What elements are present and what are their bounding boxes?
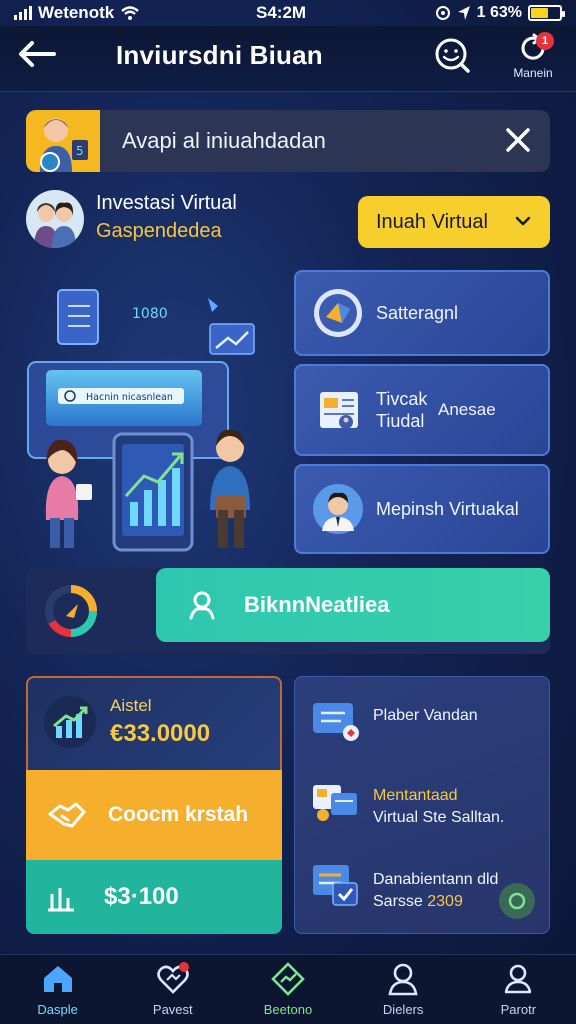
location-icon [457, 6, 470, 20]
nav-label: Parotr [500, 1002, 537, 1017]
nav-item-home[interactable]: Dasple [8, 962, 108, 1017]
feature-card-label: Mepinsh Virtuakal [376, 498, 519, 519]
alert-banner: 5 Avapi al iniuahdadan [26, 110, 550, 172]
menu-button[interactable]: 1 Manein [506, 32, 560, 88]
account-type-dropdown[interactable]: Inuah Virtual [358, 196, 550, 248]
feature-card-text: Tivcak Tiudal [376, 388, 427, 433]
nav-label: Dielers [382, 1002, 424, 1017]
list-item-title: Danabientann dld [373, 871, 499, 888]
svg-text:5: 5 [76, 144, 84, 158]
battery-percent: 1 63% [476, 4, 522, 21]
nav-label: Dasple [37, 1002, 78, 1017]
status-right: 1 63% [435, 4, 565, 22]
profile-name: Investasi Virtual [96, 192, 237, 214]
action-card[interactable]: Coocm krstah [26, 770, 282, 860]
list-item-number: 2309 [427, 893, 463, 910]
nav-item-dealers[interactable]: Dielers [353, 962, 453, 1017]
total-value: €33.0000 [110, 720, 211, 747]
action-label: Coocm krstah [108, 803, 249, 826]
gauge-icon [42, 582, 100, 640]
status-bar: Wetenotk S4:2M 1 63% [0, 0, 576, 26]
list-item-title: Mentantaad [373, 787, 458, 804]
list-item[interactable]: Plaber Vandan [311, 693, 541, 753]
feature-card-right-label: Anesae [438, 400, 496, 419]
advisor-illustration-icon: 5 [40, 118, 88, 172]
nav-item-portfolio[interactable]: Beetono [238, 962, 338, 1017]
status-time: S4:2M [256, 3, 307, 22]
handshake-icon [48, 802, 86, 828]
floating-number: 1080 [132, 306, 168, 322]
list-item-subtitle: Sarsse 2309 [373, 893, 463, 911]
app-screen: Wetenotk S4:2M 1 63% Inviursdni Biuan 1 … [0, 0, 576, 1024]
bottom-navigation: Dasple Pavest Beetono Dielers Parotr [0, 954, 576, 1024]
cta-label: BiknnNeatliea [244, 592, 390, 617]
feature-card-label: Satteragnl [376, 302, 459, 323]
bar-chart-icon [48, 888, 74, 912]
leaf-badge-icon[interactable] [499, 883, 535, 919]
chat-document-icon [311, 699, 361, 745]
checklist-icon [311, 863, 361, 909]
chevron-down-icon [515, 216, 531, 226]
home-icon [43, 966, 72, 992]
info-panel: Plaber Vandan Mentantaad Virtual Ste Sal… [294, 676, 550, 934]
profile-icon [505, 964, 532, 994]
alert-text: Avapi al iniuahdadan [122, 128, 326, 153]
screen-text: Hacnin nicasnlean [86, 392, 173, 403]
signal-icon [14, 6, 32, 20]
balance-card[interactable]: $3·100 [26, 860, 282, 934]
alarm-icon [435, 6, 450, 20]
user-icon [388, 963, 418, 996]
smile-search-icon [435, 38, 470, 73]
profile-subtitle: Gaspendedea [96, 220, 222, 242]
carrier-name: Wetenotk [38, 3, 115, 22]
stats-panel: Aistel €33.0000 Coocm krstah $3·100 [26, 676, 282, 934]
feature-card-line1: Tivcak [376, 388, 428, 409]
notification-badge: 1 [536, 32, 554, 50]
dropdown-value: Inuah Virtual [376, 210, 488, 233]
couple-avatar-icon [34, 202, 76, 248]
feature-card-security[interactable]: Satteragnl [294, 270, 550, 356]
hero-illustration: 1080 Hacnin nicasnlean [22, 270, 284, 560]
shield-badge-icon [312, 287, 364, 339]
total-label: Aistel [110, 696, 152, 715]
nav-label: Pavest [152, 1002, 193, 1017]
close-icon [506, 128, 530, 152]
wallet-cards-icon [311, 779, 361, 825]
user-icon [189, 591, 215, 620]
portfolio-diamond-icon [271, 962, 305, 996]
growth-chart-icon [44, 696, 96, 748]
feature-card-line2: Tiudal [376, 411, 425, 431]
wifi-icon [121, 6, 139, 20]
profile-avatar[interactable] [26, 190, 84, 248]
nav-notification-dot [178, 962, 189, 972]
advisor-icon [312, 483, 364, 535]
total-card[interactable]: Aistel €33.0000 [26, 676, 282, 770]
arrow-left-icon [19, 41, 56, 67]
list-item-title: Plaber Vandan [373, 707, 478, 724]
nav-item-profile[interactable]: Parotr [468, 962, 568, 1017]
alert-close-button[interactable] [502, 124, 534, 156]
nav-item-invest[interactable]: Pavest [123, 962, 223, 1017]
list-item[interactable]: Mentantaad Virtual Ste Salltan. [311, 773, 541, 833]
support-button[interactable] [432, 36, 472, 76]
app-header: Inviursdni Biuan 1 Manein [0, 26, 576, 92]
documents-icon [312, 384, 364, 436]
menu-label: Manein [513, 66, 553, 80]
list-item-subtitle-prefix: Sarsse [373, 893, 428, 910]
advisor-avatar: 5 [26, 110, 100, 172]
start-investing-button[interactable]: BiknnNeatliea [156, 568, 550, 642]
feature-card-tools[interactable]: Tivcak Tiudal Anesae [294, 364, 550, 456]
investment-scene-icon: 1080 Hacnin nicasnlean [27, 289, 255, 552]
status-left: Wetenotk [14, 3, 140, 23]
battery-icon [528, 5, 565, 21]
nav-label: Beetono [263, 1002, 313, 1017]
feature-card-advisor[interactable]: Mepinsh Virtuakal [294, 464, 550, 554]
back-button[interactable] [16, 38, 58, 70]
balance-value: $3·100 [104, 883, 179, 910]
list-item-subtitle: Virtual Ste Salltan. [373, 809, 505, 826]
page-title: Inviursdni Biuan [116, 40, 323, 70]
